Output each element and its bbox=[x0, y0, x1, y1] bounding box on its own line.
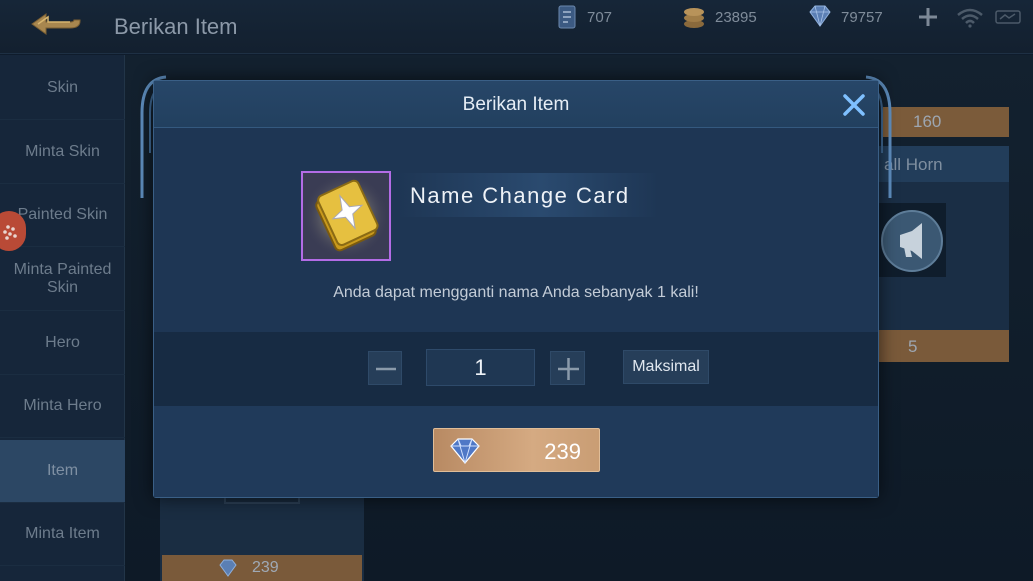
dialog-body: Name Change Card Anda dapat mengganti na… bbox=[154, 128, 878, 332]
sidebar-item-minta-painted-skin[interactable]: Minta Painted Skin bbox=[0, 248, 125, 311]
sidebar-item-skin[interactable]: Skin bbox=[0, 57, 125, 120]
horn-icon bbox=[881, 210, 943, 272]
coin-count: 23895 bbox=[715, 9, 757, 26]
dialog-title: Berikan Item bbox=[462, 94, 570, 115]
purchase-price: 239 bbox=[544, 439, 581, 464]
page-title: Berikan Item bbox=[114, 14, 238, 39]
sidebar-item-hero[interactable]: Hero bbox=[0, 312, 125, 375]
sidebar-item-label: Hero bbox=[45, 334, 80, 351]
ticket-icon bbox=[558, 5, 576, 29]
item-card-price-value: 239 bbox=[252, 559, 279, 576]
ticket-count: 707 bbox=[587, 9, 613, 26]
max-quantity-button[interactable]: Maksimal bbox=[623, 350, 709, 384]
purchase-button[interactable]: 239 bbox=[433, 428, 600, 472]
horn-item-thumbnail bbox=[876, 203, 946, 277]
back-button[interactable] bbox=[26, 8, 92, 44]
diamond-count: 79757 bbox=[841, 9, 883, 26]
diamond-icon bbox=[219, 559, 237, 577]
diamond-icon bbox=[450, 438, 480, 464]
diamond-balance: 79757 bbox=[806, 5, 916, 28]
top-bar: Berikan Item 707 23895 79757 bbox=[0, 0, 1033, 54]
close-icon bbox=[843, 94, 865, 116]
quantity-input[interactable]: 1 bbox=[426, 349, 535, 386]
minus-icon bbox=[376, 367, 396, 371]
sidebar-item-label: Minta Painted Skin bbox=[13, 261, 112, 296]
quantity-selector: 1 Maksimal bbox=[154, 332, 878, 406]
network-status-icon bbox=[995, 10, 1021, 24]
gift-item-dialog: Berikan Item Name Change Card Anda dapat… bbox=[153, 80, 879, 498]
close-button[interactable] bbox=[841, 92, 867, 118]
sidebar-item-label: Item bbox=[46, 462, 79, 479]
sidebar-item-label: Skin bbox=[46, 79, 79, 96]
sidebar-item-minta-item[interactable]: Minta Item bbox=[0, 503, 125, 566]
diamond-icon bbox=[809, 5, 831, 27]
item-thumbnail bbox=[301, 171, 391, 261]
increase-quantity-button[interactable] bbox=[550, 351, 585, 385]
back-arrow-icon bbox=[31, 13, 81, 35]
category-sidebar: Skin Minta Skin Painted Skin Minta Paint… bbox=[0, 55, 125, 581]
dialog-header: Berikan Item bbox=[154, 81, 878, 128]
item-card-price-top: 160 bbox=[883, 107, 1009, 137]
item-card-price: 239 bbox=[162, 555, 362, 581]
name-change-card-icon bbox=[303, 173, 389, 259]
decrease-quantity-button[interactable] bbox=[368, 351, 402, 385]
plus-icon bbox=[919, 8, 937, 26]
coin-balance: 23895 bbox=[682, 6, 772, 28]
plus-icon bbox=[558, 358, 579, 380]
sidebar-item-minta-hero[interactable]: Minta Hero bbox=[0, 375, 125, 438]
sidebar-item-label: Minta Skin bbox=[25, 143, 100, 160]
dialog-footer: 239 bbox=[154, 406, 878, 497]
sidebar-item-item[interactable]: Item bbox=[0, 440, 125, 503]
wifi-icon bbox=[956, 8, 984, 28]
floating-assistant-button[interactable] bbox=[0, 211, 26, 251]
coin-icon bbox=[684, 8, 704, 28]
sidebar-item-minta-skin[interactable]: Minta Skin bbox=[0, 121, 125, 184]
ticket-balance: 707 bbox=[556, 5, 626, 29]
dots-icon bbox=[3, 225, 17, 240]
item-card-price: 5 bbox=[868, 330, 1009, 362]
sidebar-item-label: Minta Hero bbox=[23, 397, 102, 414]
item-description: Anda dapat mengganti nama Anda sebanyak … bbox=[333, 284, 699, 301]
item-name: Name Change Card bbox=[410, 183, 630, 208]
top-up-button[interactable] bbox=[917, 6, 939, 28]
sidebar-item-label: Painted Skin bbox=[17, 206, 108, 223]
item-card-price-value: 160 bbox=[913, 112, 942, 131]
sidebar-item-label: Minta Item bbox=[25, 525, 100, 542]
